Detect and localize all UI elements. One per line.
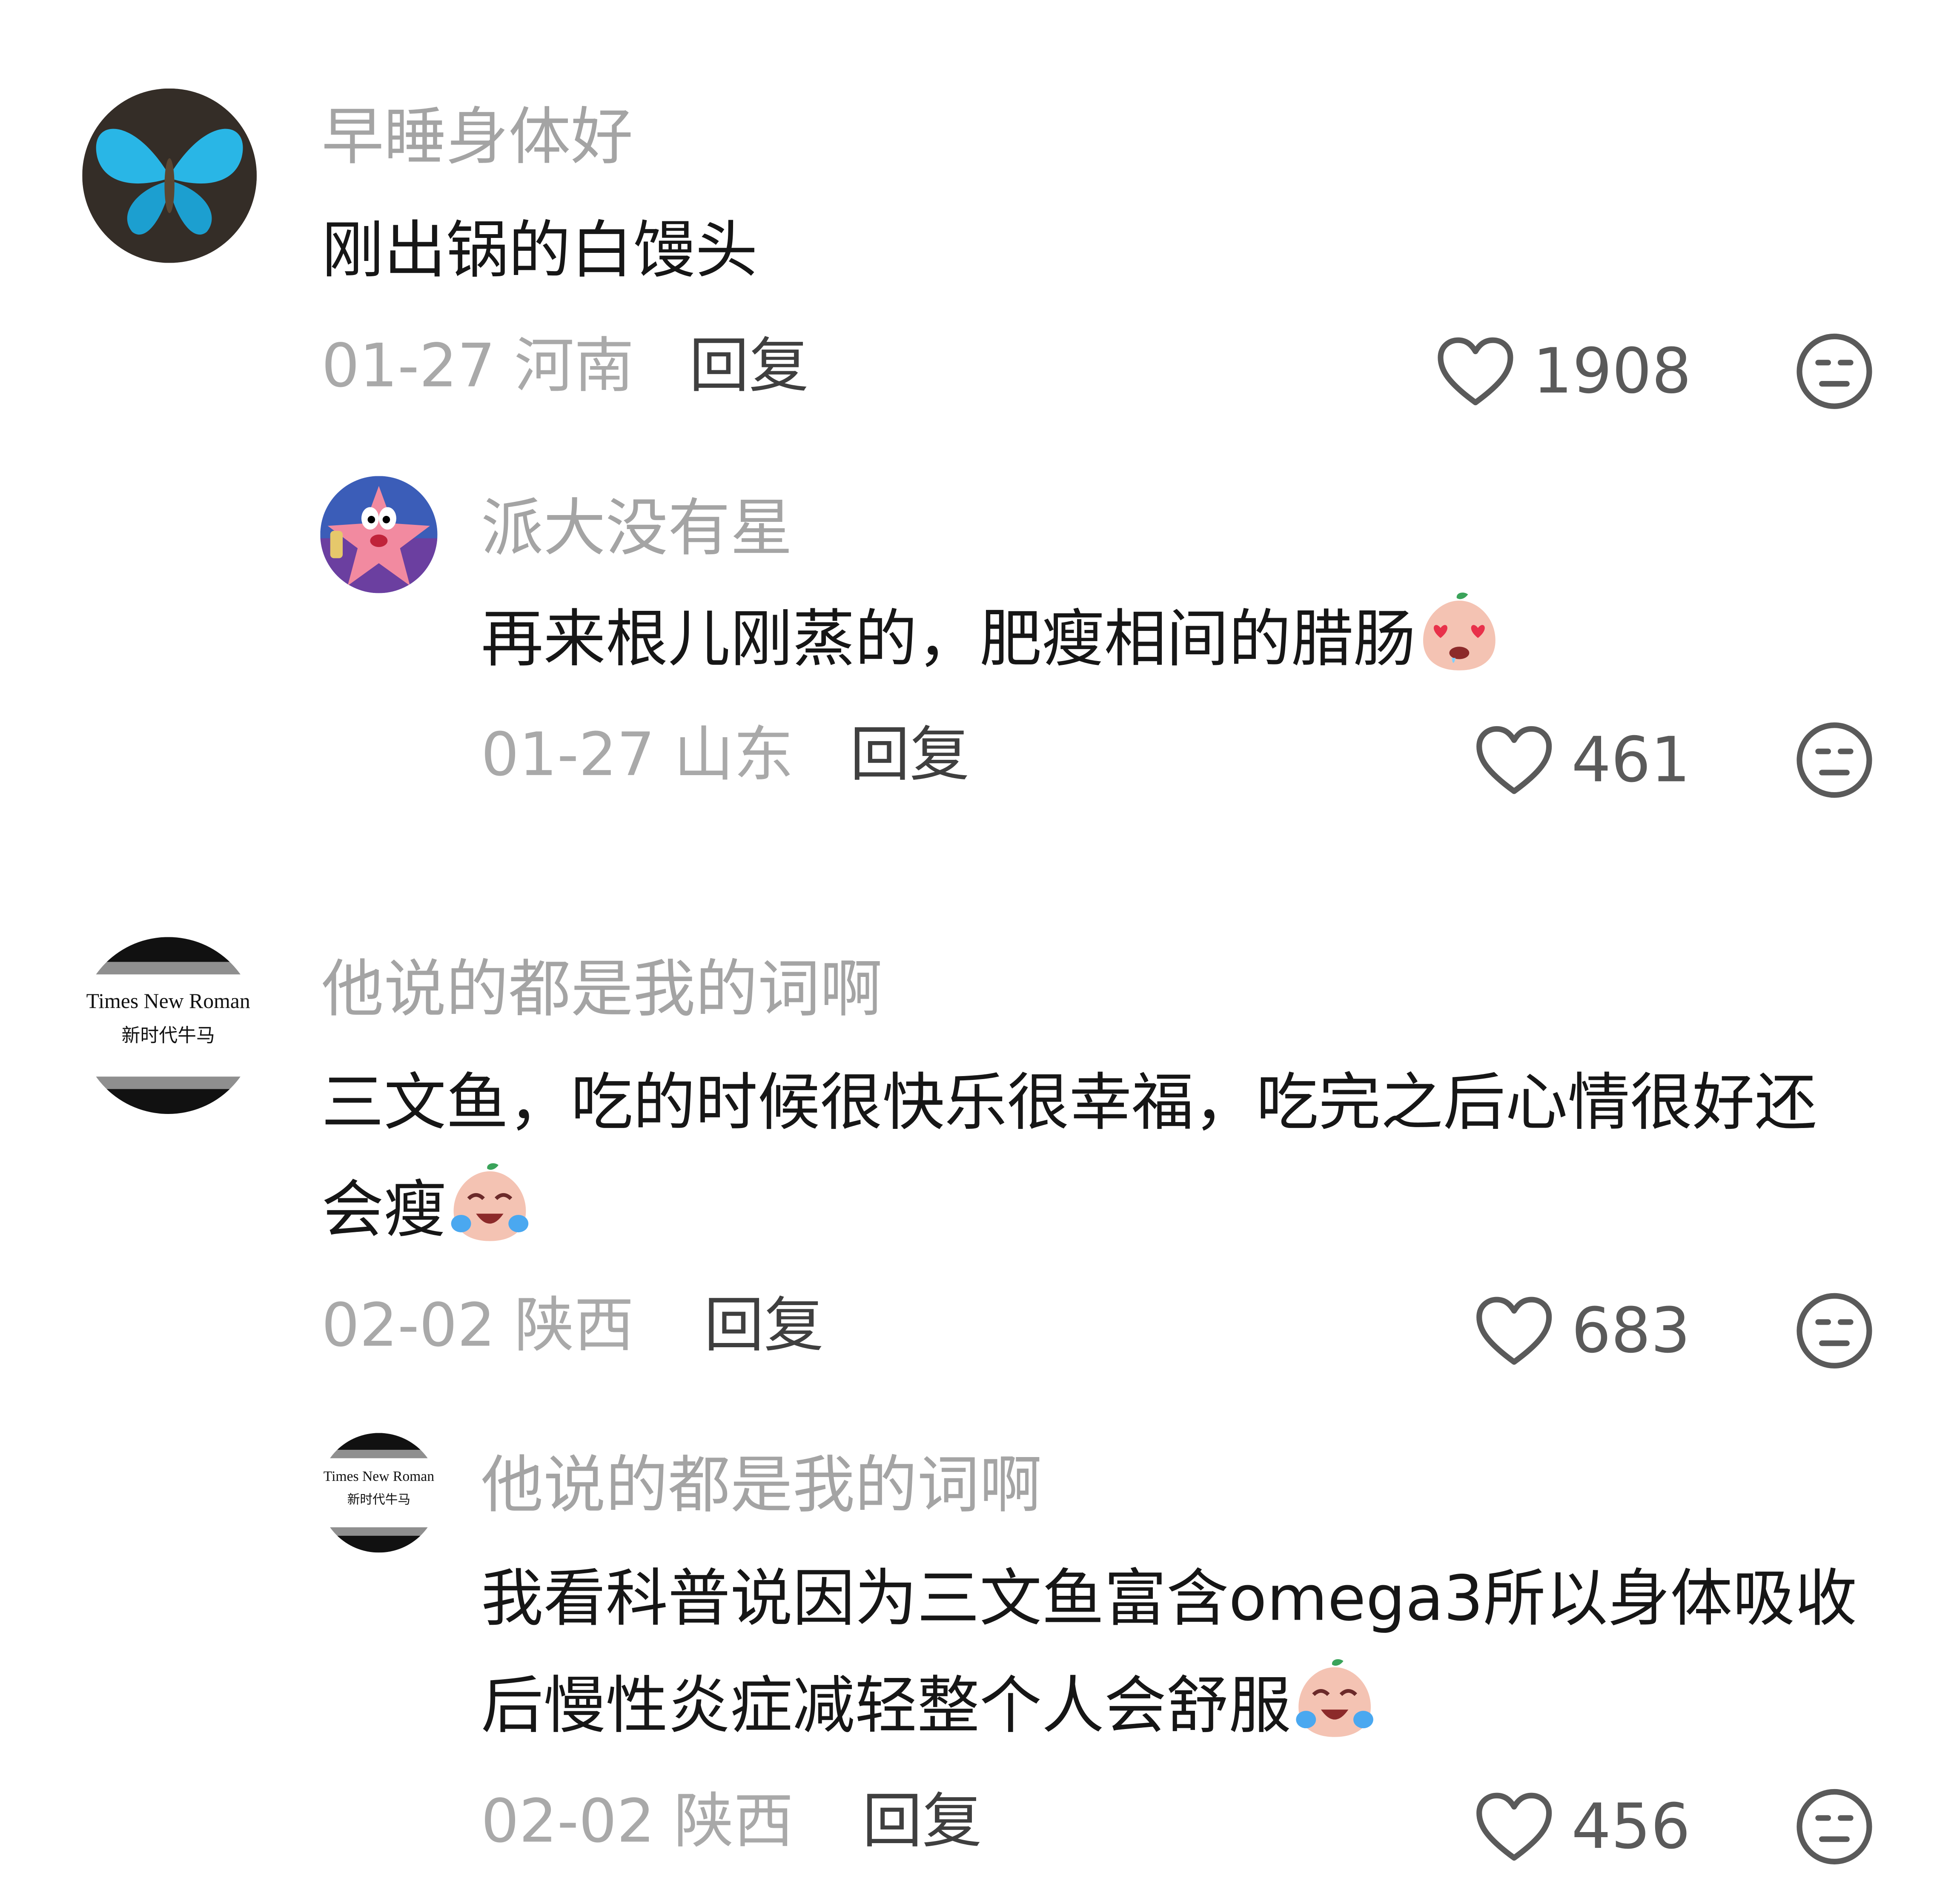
meh-face-icon: [1796, 722, 1872, 798]
avatar-text-line2: 新时代牛马: [121, 1025, 215, 1046]
avatar[interactable]: Times New Roman 新时代牛马: [80, 937, 257, 1114]
like-count: 683: [1571, 1294, 1690, 1367]
heart-icon: [1476, 1297, 1552, 1365]
like-count: 1908: [1533, 335, 1692, 408]
comment-meta: 02-02 陕西: [321, 1288, 634, 1363]
username[interactable]: 他说的都是我的词啊: [321, 952, 882, 1027]
dislike-button[interactable]: [1794, 720, 1874, 800]
patrick-star-avatar-icon: [320, 476, 438, 593]
like-button[interactable]: 461: [1474, 723, 1690, 798]
like-button[interactable]: 1908: [1435, 334, 1691, 409]
dislike-button[interactable]: [1794, 1291, 1874, 1371]
comment-text-body: 我看科普说因为三文鱼富含omega3所以身体吸收后慢性炎症减轻整个人会舒服: [481, 1562, 1857, 1742]
comment-thread: 早睡身体好 刚出锅的白馒头 01-27 河南 回复 1908 派大没有星 再来根…: [0, 0, 1954, 1904]
comment-text: 我看科普说因为三文鱼富含omega3所以身体吸收后慢性炎症减轻整个人会舒服: [481, 1545, 1877, 1759]
comment-date: 01-27: [481, 720, 655, 790]
meh-face-icon: [1796, 1293, 1872, 1369]
comment-date: 02-02: [321, 1291, 496, 1361]
comment-location: 河南: [514, 331, 634, 401]
avatar-text-line2: 新时代牛马: [347, 1492, 410, 1507]
heart-eyes-drool-emoji-icon: [1415, 591, 1503, 678]
username[interactable]: 他说的都是我的词啊: [481, 1448, 1042, 1523]
comment-meta: 01-27 山东: [481, 718, 794, 793]
blue-butterfly-avatar-icon: [82, 88, 257, 263]
avatar-text-line1: Times New Roman: [86, 989, 250, 1013]
reply-button[interactable]: 回复: [862, 1784, 982, 1859]
comment-location: 陕西: [673, 1787, 794, 1857]
username[interactable]: 早睡身体好: [321, 100, 633, 175]
heart-icon: [1476, 1792, 1552, 1861]
username[interactable]: 派大没有星: [481, 491, 793, 566]
comment-text: 再来根儿刚蒸的，肥瘦相间的腊肠: [481, 586, 1954, 693]
times-new-roman-avatar-icon: Times New Roman 新时代牛马: [319, 1433, 439, 1553]
reply-button[interactable]: 回复: [704, 1288, 824, 1363]
like-count: 456: [1571, 1790, 1690, 1863]
avatar[interactable]: [82, 88, 257, 263]
like-count: 461: [1571, 724, 1690, 796]
meh-face-icon: [1796, 333, 1872, 409]
heart-icon: [1476, 726, 1552, 794]
comment-text: 三文鱼，吃的时候很快乐很幸福，吃完之后心情很好还会瘦: [321, 1049, 1867, 1263]
comment-location: 陕西: [514, 1291, 634, 1361]
meh-face-icon: [1796, 1789, 1872, 1864]
avatar[interactable]: [320, 476, 438, 593]
crying-laughing-emoji-icon: [1291, 1657, 1378, 1744]
reply-button[interactable]: 回复: [850, 718, 969, 793]
like-button[interactable]: 456: [1474, 1789, 1690, 1864]
comment-text-body: 再来根儿刚蒸的，肥瘦相间的腊肠: [481, 603, 1416, 676]
comment-text: 刚出锅的白馒头: [321, 214, 758, 287]
like-button[interactable]: 683: [1474, 1294, 1690, 1369]
comment-location: 山东: [673, 720, 794, 790]
crying-laughing-emoji-icon: [446, 1161, 533, 1248]
comment-date: 01-27: [321, 331, 496, 401]
times-new-roman-avatar-icon: Times New Roman 新时代牛马: [80, 937, 257, 1114]
comment-meta: 01-27 河南: [321, 329, 634, 404]
dislike-button[interactable]: [1794, 332, 1874, 411]
comment-text-body: 三文鱼，吃的时候很快乐很幸福，吃完之后心情很好还会瘦: [321, 1066, 1817, 1246]
reply-button[interactable]: 回复: [689, 329, 809, 404]
heart-icon: [1438, 337, 1513, 406]
avatar[interactable]: Times New Roman 新时代牛马: [319, 1433, 439, 1553]
comment-meta: 02-02 陕西: [481, 1784, 794, 1859]
comment-date: 02-02: [481, 1787, 655, 1857]
dislike-button[interactable]: [1794, 1787, 1874, 1867]
avatar-text-line1: Times New Roman: [324, 1469, 434, 1484]
